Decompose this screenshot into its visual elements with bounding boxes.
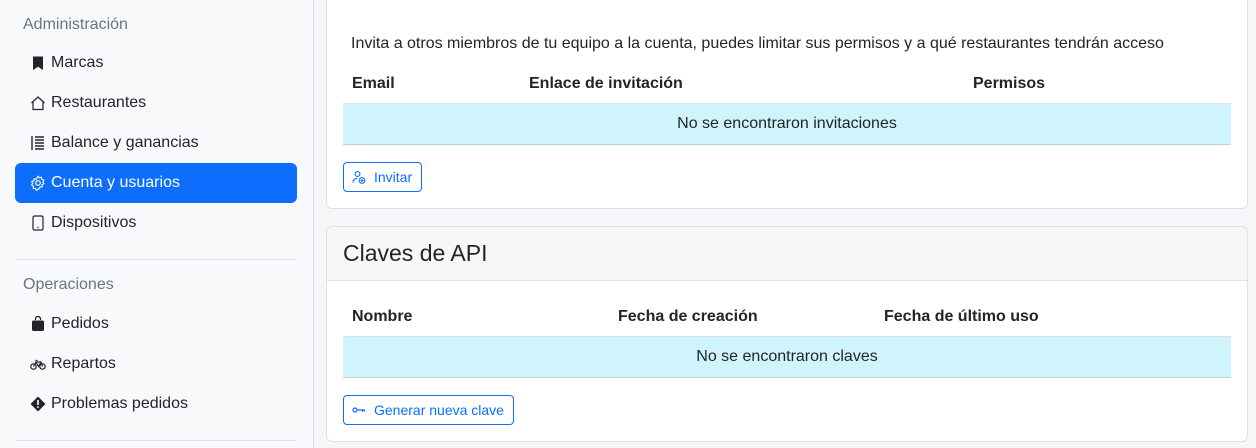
tablet-icon <box>30 215 46 231</box>
api-keys-title: Claves de API <box>327 227 1247 281</box>
generate-key-button-label: Generar nueva clave <box>374 402 504 418</box>
invite-button[interactable]: Invitar <box>343 162 423 192</box>
receipt-icon <box>30 135 46 151</box>
invitations-card: Invita a otros miembros de tu equipo a l… <box>326 0 1248 209</box>
column-header-permissions: Permisos <box>973 75 1046 92</box>
invitations-empty-row: No se encontraron invitaciones <box>343 104 1231 145</box>
sidebar-item-label: Dispositivos <box>51 214 137 231</box>
api-keys-card: Claves de API Nombre Fecha de creación F… <box>326 226 1248 442</box>
column-header-created-date: Fecha de creación <box>618 308 758 325</box>
sidebar-item-label: Marcas <box>51 54 104 71</box>
key-icon <box>352 403 366 417</box>
sidebar-item-repartos[interactable]: Repartos <box>15 344 297 384</box>
sidebar-item-restaurantes[interactable]: Restaurantes <box>15 83 297 123</box>
generate-key-button[interactable]: Generar nueva clave <box>343 395 514 425</box>
bookmark-icon <box>30 55 46 71</box>
house-icon <box>30 95 46 111</box>
column-header-name: Nombre <box>352 308 413 325</box>
person-add-icon <box>352 170 366 184</box>
sidebar-item-dispositivos[interactable]: Dispositivos <box>15 203 297 243</box>
column-header-invitation-link: Enlace de invitación <box>529 75 683 92</box>
sidebar-item-label: Cuenta y usuarios <box>51 174 180 191</box>
column-header-email: Email <box>352 75 395 92</box>
sidebar-item-marcas[interactable]: Marcas <box>15 43 297 83</box>
sidebar-item-problemas-pedidos[interactable]: Problemas pedidos <box>15 384 297 424</box>
section-title-administracion: Administración <box>23 16 128 33</box>
bicycle-icon <box>30 356 46 372</box>
bag-icon <box>30 316 46 332</box>
sidebar-item-cuenta-usuarios[interactable]: Cuenta y usuarios <box>15 163 297 203</box>
warning-diamond-icon <box>30 396 46 412</box>
section-title-operaciones: Operaciones <box>23 276 114 293</box>
sidebar-divider <box>15 259 297 260</box>
sidebar-item-balance[interactable]: Balance y ganancias <box>15 123 297 163</box>
sidebar-item-label: Balance y ganancias <box>51 134 199 151</box>
invite-button-label: Invitar <box>374 169 413 185</box>
gear-icon <box>30 175 46 191</box>
main-content: Invita a otros miembros de tu equipo a l… <box>314 0 1256 448</box>
api-keys-empty-row: No se encontraron claves <box>343 337 1231 378</box>
sidebar-item-label: Restaurantes <box>51 94 147 111</box>
sidebar-item-label: Pedidos <box>51 315 109 332</box>
sidebar: Administración Marcas Restaurantes Balan… <box>0 0 314 448</box>
column-header-last-used-date: Fecha de último uso <box>884 308 1039 325</box>
sidebar-item-pedidos[interactable]: Pedidos <box>15 304 297 344</box>
invitations-intro: Invita a otros miembros de tu equipo a l… <box>351 35 1164 52</box>
sidebar-item-label: Repartos <box>51 355 116 372</box>
sidebar-divider <box>15 440 297 441</box>
sidebar-item-label: Problemas pedidos <box>51 395 188 412</box>
